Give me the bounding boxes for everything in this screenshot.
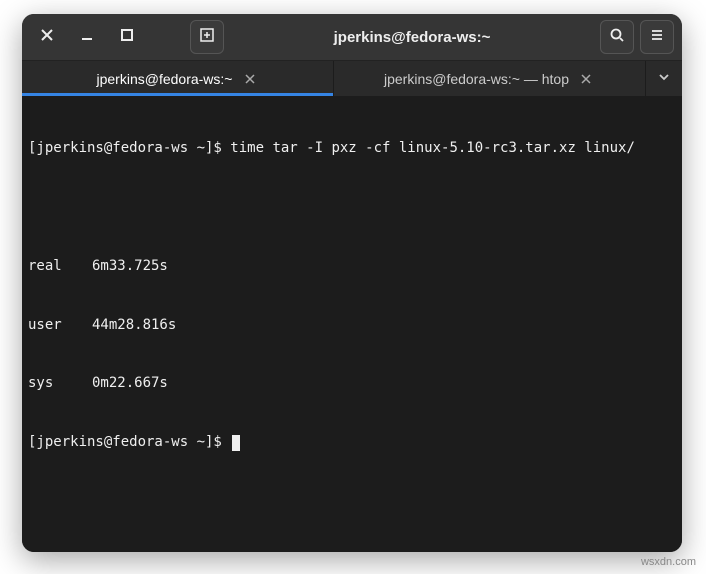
minimize-icon [79, 27, 95, 48]
maximize-icon [119, 27, 135, 48]
timing-row-real: real6m33.725s [28, 257, 676, 277]
idle-prompt-line: [jperkins@fedora-ws ~]$ [28, 433, 676, 453]
search-button[interactable] [600, 20, 634, 54]
new-tab-button[interactable] [190, 20, 224, 54]
tab-2[interactable]: jperkins@fedora-ws:~ — htop [334, 61, 646, 96]
menu-button[interactable] [640, 20, 674, 54]
chevron-down-icon [658, 70, 670, 88]
tabs-dropdown-button[interactable] [646, 61, 682, 96]
tab-close-button[interactable] [241, 70, 259, 88]
timing-value: 0m22.667s [92, 374, 168, 394]
timing-label: user [28, 316, 92, 336]
minimize-window-button[interactable] [70, 20, 104, 54]
command-text: time tar -I pxz -cf linux-5.10-rc3.tar.x… [230, 139, 635, 159]
terminal-area[interactable]: [jperkins@fedora-ws ~]$ time tar -I pxz … [22, 96, 682, 552]
tab-label: jperkins@fedora-ws:~ [97, 71, 233, 87]
maximize-window-button[interactable] [110, 20, 144, 54]
tab-1[interactable]: jperkins@fedora-ws:~ [22, 61, 334, 96]
close-icon [581, 71, 591, 87]
cursor [232, 435, 240, 451]
close-icon [39, 27, 55, 48]
timing-value: 6m33.725s [92, 257, 168, 277]
tab-close-button[interactable] [577, 70, 595, 88]
tab-label: jperkins@fedora-ws:~ — htop [384, 71, 569, 87]
command-line: [jperkins@fedora-ws ~]$ time tar -I pxz … [28, 139, 676, 159]
hamburger-icon [649, 27, 665, 48]
close-window-button[interactable] [30, 20, 64, 54]
prompt: [jperkins@fedora-ws ~]$ [28, 433, 230, 453]
prompt: [jperkins@fedora-ws ~]$ [28, 139, 230, 159]
titlebar: jperkins@fedora-ws:~ [22, 14, 682, 60]
timing-label: sys [28, 374, 92, 394]
blank-line [28, 198, 676, 218]
close-icon [245, 71, 255, 87]
terminal-window: jperkins@fedora-ws:~ jperkins@fedora-ws:… [22, 14, 682, 552]
timing-row-user: user44m28.816s [28, 316, 676, 336]
search-icon [609, 27, 625, 48]
watermark: wsxdn.com [641, 556, 696, 568]
timing-label: real [28, 257, 92, 277]
new-tab-icon [199, 27, 215, 48]
tab-bar: jperkins@fedora-ws:~ jperkins@fedora-ws:… [22, 60, 682, 96]
timing-value: 44m28.816s [92, 316, 176, 336]
timing-row-sys: sys0m22.667s [28, 374, 676, 394]
window-title: jperkins@fedora-ws:~ [230, 29, 594, 46]
